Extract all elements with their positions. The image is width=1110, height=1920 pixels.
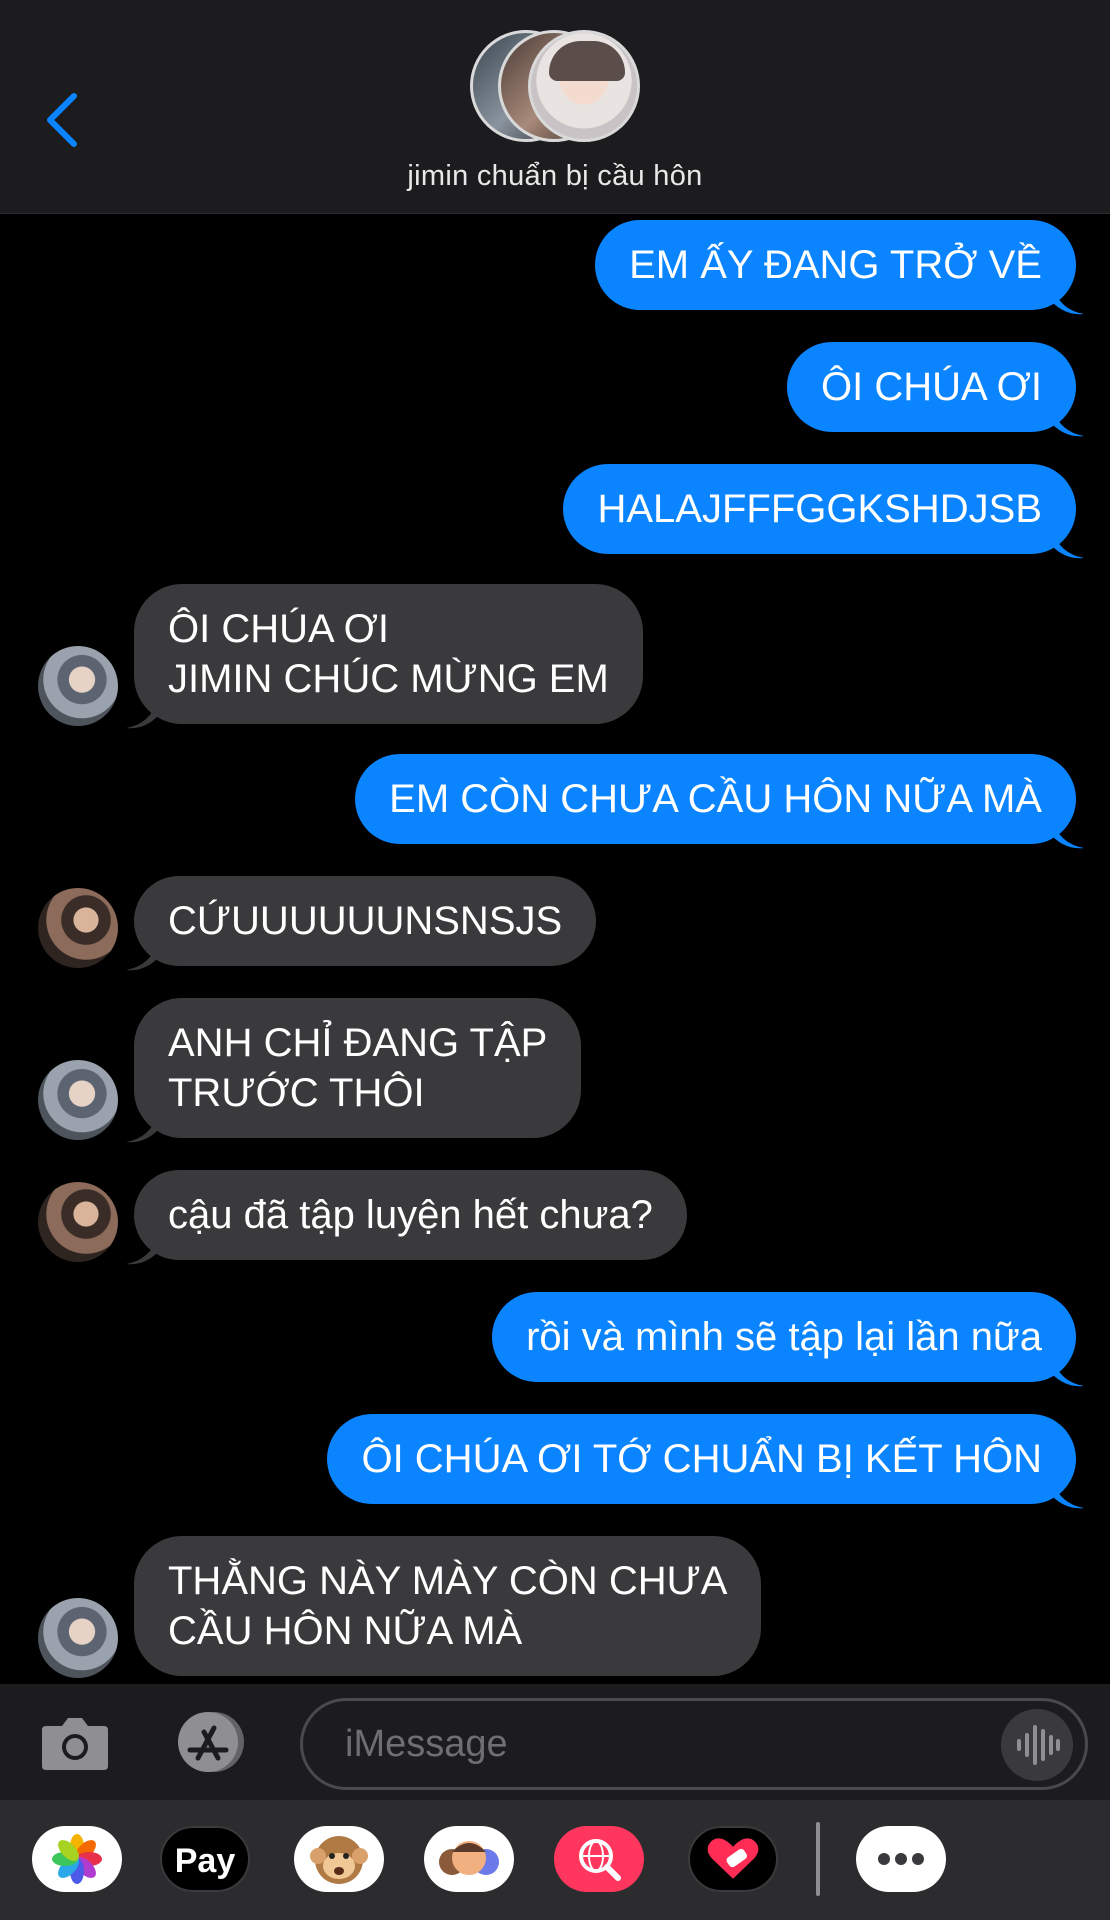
camera-icon[interactable] (40, 1712, 110, 1772)
message-text-line: JIMIN CHÚC MỪNG EM (168, 657, 609, 701)
app-drawer: Pay (0, 1800, 1110, 1920)
memoji-icon[interactable] (424, 1826, 514, 1892)
incoming-message-bubble[interactable]: CỨUUUUUUNSNSJS (134, 876, 597, 966)
message-row-outgoing: ÔI CHÚA ƠI (0, 342, 1110, 438)
message-row-outgoing: EM ẤY ĐANG TRỞ VỀ (0, 220, 1110, 316)
photos-app-icon[interactable] (32, 1826, 122, 1892)
message-row-outgoing: ÔI CHÚA ƠI TỚ CHUẨN BỊ KẾT HÔN (0, 1414, 1110, 1510)
incoming-message-bubble[interactable]: ÔI CHÚA ƠI JIMIN CHÚC MỪNG EM (134, 584, 643, 724)
sender-avatar[interactable] (38, 646, 118, 726)
message-text: rồi và mình sẽ tập lại lần nữa (526, 1315, 1042, 1359)
message-thread[interactable]: EM ẤY ĐANG TRỞ VỀ ÔI CHÚA ƠI HALAJFFFGGK… (0, 214, 1110, 1684)
message-text-line: CẦU HÔN NỮA MÀ (168, 1609, 523, 1653)
sender-avatar[interactable] (38, 888, 118, 968)
outgoing-message-bubble[interactable]: rồi và mình sẽ tập lại lần nữa (492, 1292, 1076, 1382)
bubble-tail-icon (1052, 530, 1084, 559)
web-images-icon[interactable] (554, 1826, 644, 1892)
message-input-bar: iMessage (0, 1684, 1110, 1800)
outgoing-message-bubble[interactable]: EM CÒN CHƯA CẦU HÔN NỮA MÀ (355, 754, 1076, 844)
bubble-tail-icon (126, 942, 158, 971)
bubble-tail-icon (1052, 286, 1084, 315)
incoming-message-bubble[interactable]: cậu đã tập luyện hết chưa? (134, 1170, 687, 1260)
message-row-incoming: THẰNG NÀY MÀY CÒN CHƯA CẦU HÔN NỮA MÀ (0, 1536, 1110, 1682)
imessage-placeholder: iMessage (345, 1723, 508, 1765)
message-text: EM ẤY ĐANG TRỞ VỀ (629, 243, 1042, 287)
imessage-input[interactable]: iMessage (300, 1698, 1088, 1790)
message-text-line: THẰNG NÀY MÀY CÒN CHƯA (168, 1559, 728, 1603)
incoming-message-bubble[interactable]: ANH CHỈ ĐANG TẬP TRƯỚC THÔI (134, 998, 582, 1138)
message-text: ÔI CHÚA ƠI TỚ CHUẨN BỊ KẾT HÔN (361, 1437, 1042, 1481)
conversation-header: jimin chuẩn bị cầu hôn (0, 0, 1110, 214)
outgoing-message-bubble[interactable]: ÔI CHÚA ƠI TỚ CHUẨN BỊ KẾT HÔN (327, 1414, 1076, 1504)
incoming-message-bubble[interactable]: THẰNG NÀY MÀY CÒN CHƯA CẦU HÔN NỮA MÀ (134, 1536, 762, 1676)
app-store-icon[interactable] (168, 1710, 256, 1774)
message-text: cậu đã tập luyện hết chưa? (168, 1193, 653, 1237)
bubble-tail-icon (1052, 408, 1084, 437)
back-chevron-icon[interactable] (40, 88, 88, 152)
animoji-icon[interactable] (294, 1826, 384, 1892)
outgoing-message-bubble[interactable]: EM ẤY ĐANG TRỞ VỀ (595, 220, 1076, 310)
message-row-incoming: ANH CHỈ ĐANG TẬP TRƯỚC THÔI (0, 998, 1110, 1144)
message-row-outgoing: EM CÒN CHƯA CẦU HÔN NỮA MÀ (0, 754, 1110, 850)
group-member-avatar (528, 30, 640, 142)
drawer-divider (816, 1822, 820, 1896)
message-row-incoming: ÔI CHÚA ƠI JIMIN CHÚC MỪNG EM (0, 584, 1110, 730)
group-avatar-stack[interactable] (470, 30, 640, 146)
apple-pay-label: Pay (174, 1842, 236, 1880)
bubble-tail-icon (1052, 1480, 1084, 1509)
audio-waveform-icon[interactable] (1001, 1709, 1073, 1781)
bubble-tail-icon (126, 1114, 158, 1143)
sender-avatar[interactable] (38, 1182, 118, 1262)
digital-touch-icon[interactable] (688, 1826, 778, 1892)
bubble-tail-icon (126, 700, 158, 729)
message-text-line: ANH CHỈ ĐANG TẬP (168, 1021, 548, 1065)
apple-pay-icon[interactable]: Pay (160, 1826, 250, 1892)
message-text-line: TRƯỚC THÔI (168, 1071, 425, 1115)
message-text: HALAJFFFGGKSHDJSB (597, 487, 1042, 531)
bubble-tail-icon (126, 1236, 158, 1265)
sender-avatar[interactable] (38, 1598, 118, 1678)
outgoing-message-bubble[interactable]: ÔI CHÚA ƠI (787, 342, 1076, 432)
message-row-incoming: cậu đã tập luyện hết chưa? (0, 1170, 1110, 1266)
message-row-outgoing: rồi và mình sẽ tập lại lần nữa (0, 1292, 1110, 1388)
message-text: EM CÒN CHƯA CẦU HÔN NỮA MÀ (389, 777, 1042, 821)
more-icon[interactable] (856, 1826, 946, 1892)
message-text-line: ÔI CHÚA ƠI (168, 607, 389, 651)
bubble-tail-icon (1052, 1358, 1084, 1387)
message-row-incoming: CỨUUUUUUNSNSJS (0, 876, 1110, 972)
sender-avatar[interactable] (38, 1060, 118, 1140)
bubble-tail-icon (1052, 820, 1084, 849)
message-row-outgoing: HALAJFFFGGKSHDJSB (0, 464, 1110, 560)
conversation-title[interactable]: jimin chuẩn bị cầu hôn (0, 160, 1110, 193)
message-text: ÔI CHÚA ƠI (821, 365, 1042, 409)
outgoing-message-bubble[interactable]: HALAJFFFGGKSHDJSB (563, 464, 1076, 554)
message-text: CỨUUUUUUNSNSJS (168, 899, 563, 943)
